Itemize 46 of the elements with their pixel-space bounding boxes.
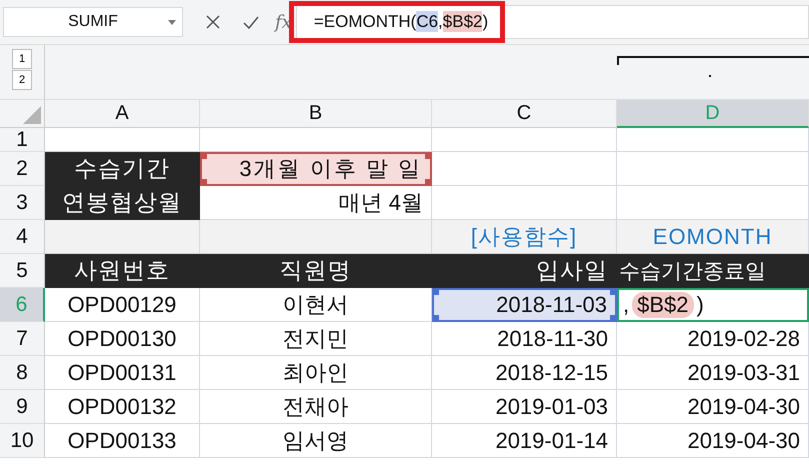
referenced-cell: 2018-11-03 (432, 288, 617, 322)
table-cell: 2019-03-31 (617, 356, 809, 390)
table-cell: 2019-04-30 (617, 390, 809, 424)
note-cell: [사용함수] (432, 220, 617, 254)
cancel-icon[interactable] (205, 14, 221, 30)
check-icon[interactable] (243, 14, 259, 30)
row-header[interactable]: 3 (0, 186, 45, 220)
header-cell: 입사일 (432, 254, 617, 288)
row-header[interactable]: 9 (0, 390, 45, 424)
table-cell: 2019-04-30 (617, 424, 809, 458)
referenced-cell: 3개월 이후 말 일 (200, 152, 432, 186)
table-cell: 2018-12-15 (432, 356, 617, 390)
row-header[interactable]: 10 (0, 424, 45, 458)
header-cell: 직원명 (200, 254, 432, 288)
table-cell: 전채아 (200, 390, 432, 424)
column-header[interactable]: C (432, 100, 617, 128)
header-cell: 수습기간종료일 (617, 254, 809, 288)
column-header[interactable]: A (45, 100, 200, 128)
header-cell: 연봉협상월 (45, 186, 200, 220)
column-header[interactable]: B (200, 100, 432, 128)
table-cell: 2019-01-03 (432, 390, 617, 424)
table-cell: OPD00132 (45, 390, 200, 424)
table-cell: 최아인 (200, 356, 432, 390)
row-header[interactable]: 5 (0, 254, 45, 288)
table-cell: OPD00133 (45, 424, 200, 458)
header-cell: 수습기간 (45, 152, 200, 186)
table-cell: OPD00130 (45, 322, 200, 356)
note-cell: EOMONTH (617, 220, 809, 254)
outline-level-button[interactable]: 2 (12, 70, 32, 90)
table-cell: 2019-02-28 (617, 322, 809, 356)
table-cell: OPD00129 (45, 288, 200, 322)
table-cell: 2019-01-14 (432, 424, 617, 458)
table-cell: OPD00131 (45, 356, 200, 390)
active-cell: , $B$2 ) (617, 288, 809, 322)
table-cell: 전지민 (200, 322, 432, 356)
caret-icon (168, 20, 176, 25)
header-cell: 사원번호 (45, 254, 200, 288)
table-cell: 2018-11-30 (432, 322, 617, 356)
row-header[interactable]: 7 (0, 322, 45, 356)
table-cell: 임서영 (200, 424, 432, 458)
row-header[interactable]: 4 (0, 220, 45, 254)
row-header[interactable]: 1 (0, 128, 45, 152)
outline-level-button[interactable]: 1 (12, 49, 32, 69)
name-box[interactable]: SUMIF (3, 7, 183, 37)
row-header[interactable]: 8 (0, 356, 45, 390)
row-header[interactable]: 2 (0, 152, 45, 186)
